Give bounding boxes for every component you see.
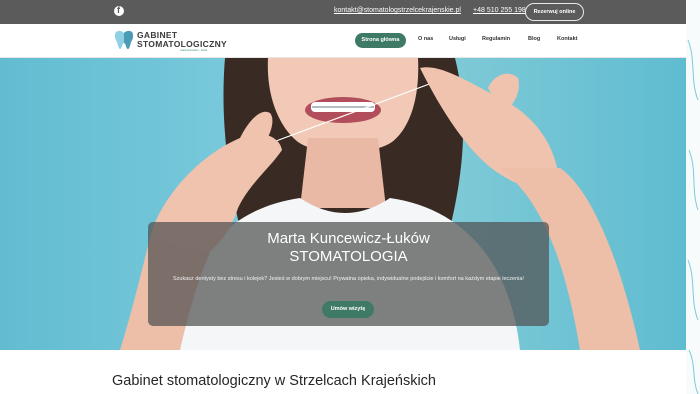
nav-item-contact[interactable]: Kontakt <box>557 36 577 42</box>
main-navbar: GABINET STOMATOLOGICZNY marta kuncewicz … <box>0 24 700 58</box>
nav-item-about[interactable]: O nas <box>418 36 433 42</box>
hero-title: Marta Kuncewicz-Łuków <box>267 230 430 247</box>
hero-description: Szukasz dentysty bez stresu i kolejek? J… <box>173 276 524 282</box>
book-visit-button[interactable]: Umów wizytę <box>322 301 374 318</box>
nav-item-home[interactable]: Strona główna <box>355 33 406 48</box>
nav-item-services[interactable]: Usługi <box>449 36 466 42</box>
hero-subtitle: STOMATOLOGIA <box>289 248 408 265</box>
top-bar: f kontakt@stomatologstrzelcekrajenskie.p… <box>0 0 700 24</box>
facebook-icon[interactable]: f <box>114 5 124 16</box>
hero-banner: Marta Kuncewicz-Łuków STOMATOLOGIA Szuka… <box>0 58 686 350</box>
phone-link[interactable]: +48 510 255 198 <box>473 7 526 14</box>
nav-item-blog[interactable]: Blog <box>528 36 540 42</box>
section-heading: Gabinet stomatologiczny w Strzelcach Kra… <box>112 373 436 389</box>
tooth-logo-icon[interactable] <box>113 29 135 51</box>
logo-text-line2: STOMATOLOGICZNY <box>137 39 227 49</box>
email-link[interactable]: kontakt@stomatologstrzelcekrajenskie.pl <box>334 7 461 14</box>
nav-item-terms[interactable]: Regulamin <box>482 36 510 42</box>
decorative-side-strip <box>686 0 700 394</box>
logo-tagline: marta kuncewicz - łuków <box>180 49 208 52</box>
hero-caption-box: Marta Kuncewicz-Łuków STOMATOLOGIA Szuka… <box>148 222 549 326</box>
book-online-button[interactable]: Rezerwuj online <box>525 3 584 21</box>
